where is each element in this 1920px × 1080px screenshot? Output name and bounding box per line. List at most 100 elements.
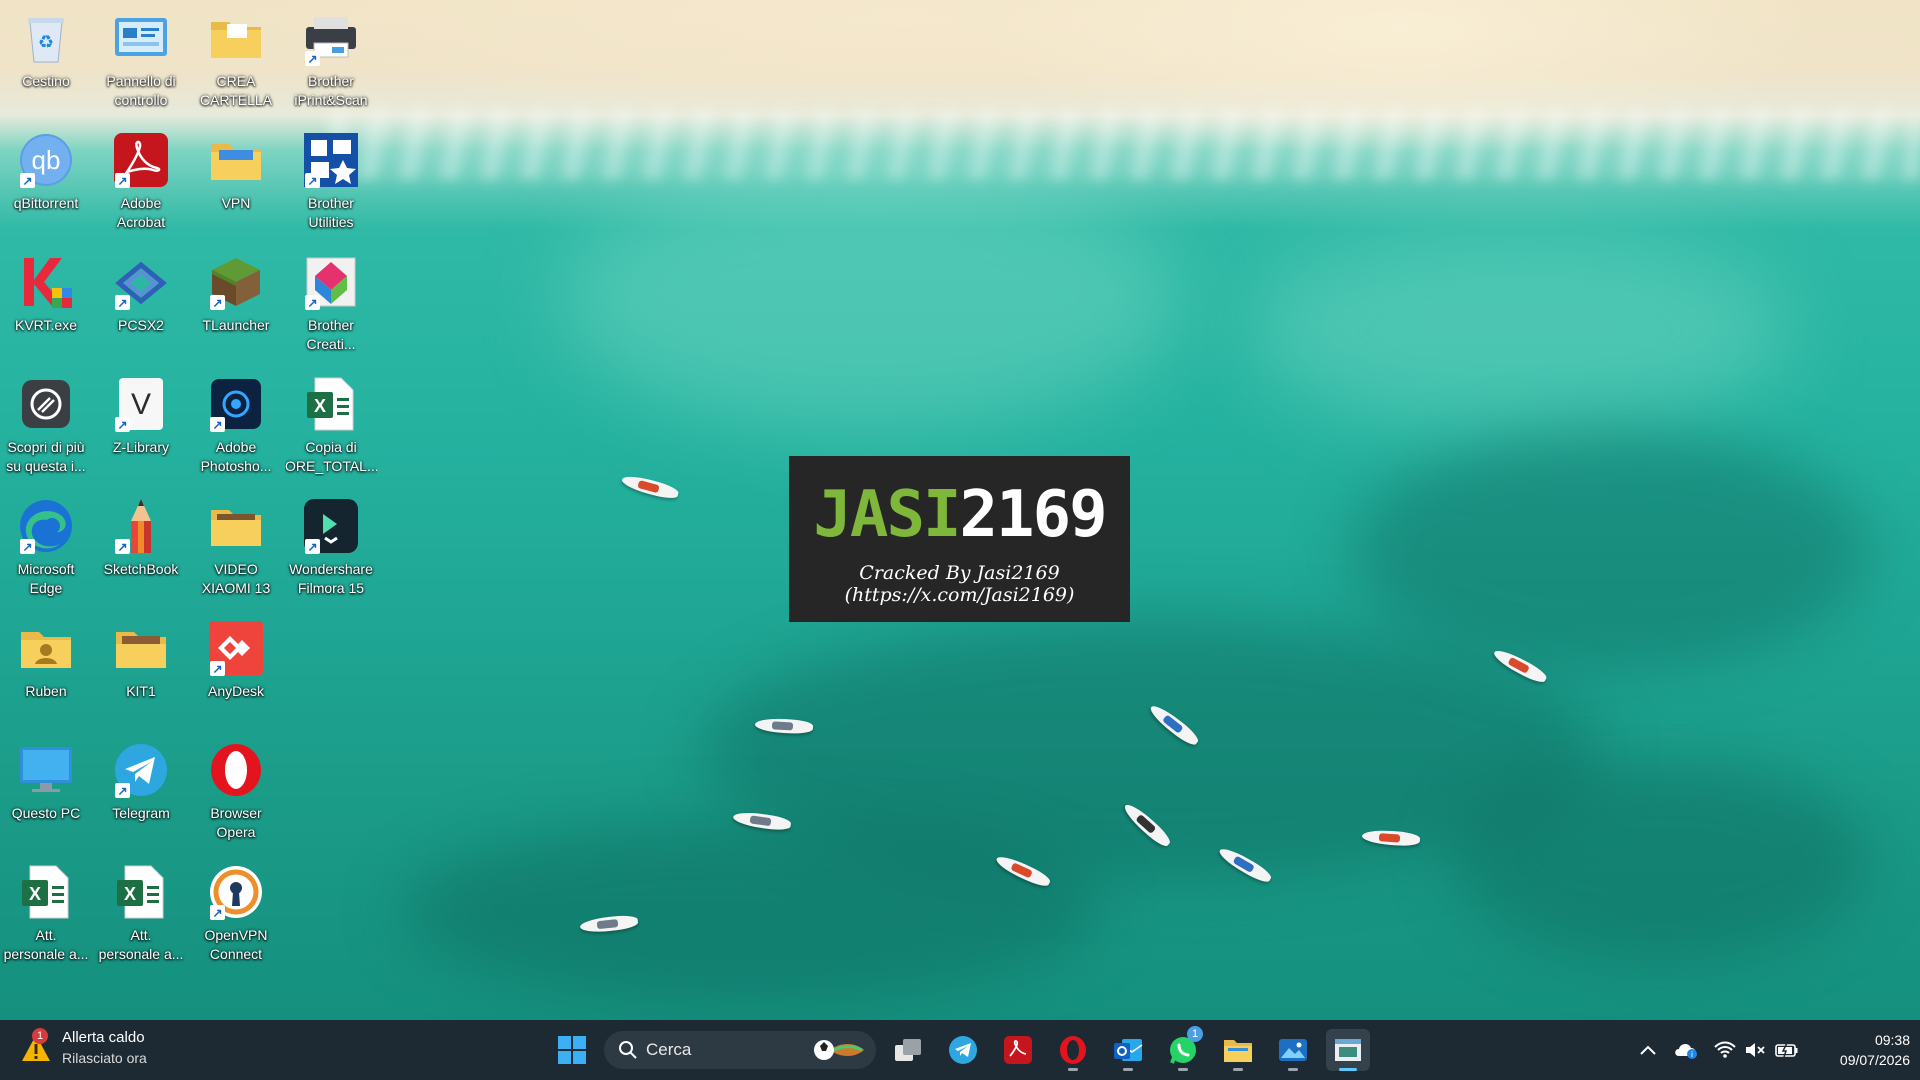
desktop-icon-brother-iprint-scan[interactable]: ↗ Brother iPrint&Scan — [285, 8, 377, 110]
shortcut-arrow-icon: ↗ — [20, 539, 35, 554]
running-indicator — [1339, 1068, 1357, 1071]
running-indicator — [1178, 1068, 1188, 1071]
taskbar-outlook[interactable] — [1106, 1029, 1150, 1071]
taskbar: 1 Allerta caldo Rilasciato ora Cerca 1 i… — [0, 1020, 1920, 1080]
reef-shadow — [400, 820, 1100, 1000]
start-button[interactable] — [554, 1032, 590, 1068]
windows-logo-icon — [558, 1036, 586, 1064]
cloud-icon: i — [1675, 1043, 1697, 1059]
taskbar-opera[interactable] — [1051, 1029, 1095, 1071]
printer-icon: ↗ — [301, 8, 361, 68]
taskbar-search-box[interactable]: Cerca — [604, 1031, 876, 1069]
brother-creative-center-icon: ↗ — [301, 252, 361, 312]
shortcut-arrow-icon: ↗ — [305, 539, 320, 554]
shortcut-arrow-icon: ↗ — [20, 173, 35, 188]
search-highlight-icon — [812, 1037, 866, 1063]
desktop-icon-microsoft-edge[interactable]: ↗ Microsoft Edge — [0, 496, 92, 598]
desktop-icon-scopri-di-piu[interactable]: Scopri di più su questa i... — [0, 374, 92, 476]
desktop-icon-cestino[interactable]: ♻ Cestino — [0, 8, 92, 91]
reef-shadow — [1450, 760, 1870, 960]
kaspersky-icon — [16, 252, 76, 312]
shortcut-arrow-icon: ↗ — [210, 295, 225, 310]
openvpn-icon: ↗ — [206, 862, 266, 922]
desktop-icon-pannello-di-controllo[interactable]: Pannello di controllo — [95, 8, 187, 110]
shortcut-arrow-icon: ↗ — [305, 51, 320, 66]
shortcut-arrow-icon: ↗ — [115, 295, 130, 310]
taskbar-whatsapp[interactable]: 1 — [1161, 1026, 1205, 1071]
desktop-icon-kvrt[interactable]: KVRT.exe — [0, 252, 92, 335]
telegram-icon: ↗ — [111, 740, 171, 800]
svg-text:X: X — [29, 884, 41, 904]
monitor-icon — [16, 740, 76, 800]
folder-icon — [206, 8, 266, 68]
taskbar-adobe-acrobat[interactable] — [996, 1029, 1040, 1071]
taskbar-clock[interactable]: 09:38 09/07/2026 — [1810, 1030, 1910, 1070]
desktop-icon-att-personale-2[interactable]: X Att. personale a... — [95, 862, 187, 964]
desktop-icon-openvpn-connect[interactable]: ↗ OpenVPN Connect — [190, 862, 282, 964]
adobe-photoshop-icon: ↗ — [206, 374, 266, 434]
desktop-icon-browser-opera[interactable]: Browser Opera — [190, 740, 282, 842]
tray-battery[interactable] — [1769, 1029, 1805, 1071]
desktop-icon-sketchbook[interactable]: ↗ SketchBook — [95, 496, 187, 579]
banner-line-2: (https://x.com/Jasi2169) — [844, 584, 1075, 606]
show-hidden-icons-button[interactable] — [1626, 1029, 1670, 1071]
wifi-icon — [1714, 1041, 1736, 1058]
desktop-icon-adobe-photoshop[interactable]: ↗ Adobe Photosho... — [190, 374, 282, 476]
desktop-icon-copia-di-ore-total[interactable]: X Copia di ORE_TOTAL... — [285, 374, 377, 476]
desktop-icon-tlauncher[interactable]: ↗ TLauncher — [190, 252, 282, 335]
desktop-icon-anydesk[interactable]: ↗ AnyDesk — [190, 618, 282, 701]
desktop-icon-kit1[interactable]: KIT1 — [95, 618, 187, 701]
control-panel-icon — [111, 8, 171, 68]
taskbar-active-window[interactable] — [1326, 1029, 1370, 1071]
qbittorrent-icon: qb ↗ — [16, 130, 76, 190]
shortcut-arrow-icon: ↗ — [210, 905, 225, 920]
desktop-icon-video-xiaomi-13[interactable]: VIDEO XIAOMI 13 — [190, 496, 282, 598]
taskbar-file-explorer[interactable] — [1216, 1029, 1260, 1071]
shortcut-arrow-icon: ↗ — [305, 295, 320, 310]
svg-text:qb: qb — [32, 145, 61, 175]
boat — [620, 472, 680, 502]
pencil-icon: ↗ — [111, 496, 171, 556]
banner-line-1: Cracked By Jasi2169 — [859, 562, 1060, 584]
shallow-water — [1250, 230, 1790, 430]
filmora-icon: ↗ — [301, 496, 361, 556]
desktop-icon-ruben[interactable]: Ruben — [0, 618, 92, 701]
taskbar-telegram[interactable] — [941, 1029, 985, 1071]
svg-text:X: X — [314, 396, 326, 416]
desktop-icon-questo-pc[interactable]: Questo PC — [0, 740, 92, 823]
warning-icon: 1 — [20, 1028, 52, 1064]
desktop-icon-brother-utilities[interactable]: ↗ Brother Utilities — [285, 130, 377, 232]
notification-badge: 1 — [32, 1028, 48, 1044]
user-folder-icon — [16, 618, 76, 678]
desktop-icon-telegram[interactable]: ↗ Telegram — [95, 740, 187, 823]
taskbar-photos[interactable] — [1271, 1029, 1315, 1071]
tray-onedrive[interactable]: i — [1666, 1029, 1706, 1071]
shortcut-arrow-icon: ↗ — [115, 417, 130, 432]
outlook-icon — [1114, 1039, 1143, 1061]
jasi-logo: JASI2169 — [813, 478, 1107, 552]
weather-title: Allerta caldo — [62, 1029, 145, 1046]
search-icon — [618, 1040, 638, 1060]
photos-icon — [1279, 1039, 1307, 1061]
anydesk-icon: ↗ — [206, 618, 266, 678]
tray-volume[interactable] — [1737, 1029, 1773, 1071]
desktop-icon-vpn[interactable]: VPN — [190, 130, 282, 213]
desktop-icon-att-personale-1[interactable]: X Att. personale a... — [0, 862, 92, 964]
svg-text:♻: ♻ — [38, 32, 54, 52]
opera-icon — [206, 740, 266, 800]
shallow-water — [560, 170, 1180, 430]
shortcut-arrow-icon: ↗ — [305, 173, 320, 188]
desktop-icon-adobe-acrobat[interactable]: ↗ Adobe Acrobat — [95, 130, 187, 232]
window-icon — [1335, 1039, 1361, 1061]
desktop-icon-pcsx2[interactable]: ↗ PCSX2 — [95, 252, 187, 335]
weather-widget[interactable]: 1 Allerta caldo Rilasciato ora — [20, 1028, 147, 1068]
desktop-icon-z-library[interactable]: V ↗ Z-Library — [95, 374, 187, 457]
desktop-icon-crea-cartella[interactable]: CREA CARTELLA — [190, 8, 282, 110]
desktop-icon-wondershare-filmora[interactable]: ↗ Wondershare Filmora 15 — [285, 496, 377, 598]
desktop-icon-brother-creative-center[interactable]: ↗ Brother Creati... — [285, 252, 377, 354]
chevron-up-icon — [1640, 1045, 1656, 1055]
taskbar-task-view[interactable] — [886, 1029, 930, 1071]
desktop-icon-qbittorrent[interactable]: qb ↗ qBittorrent — [0, 130, 92, 213]
weather-subtitle: Rilasciato ora — [62, 1050, 147, 1066]
task-view-icon — [895, 1039, 921, 1061]
